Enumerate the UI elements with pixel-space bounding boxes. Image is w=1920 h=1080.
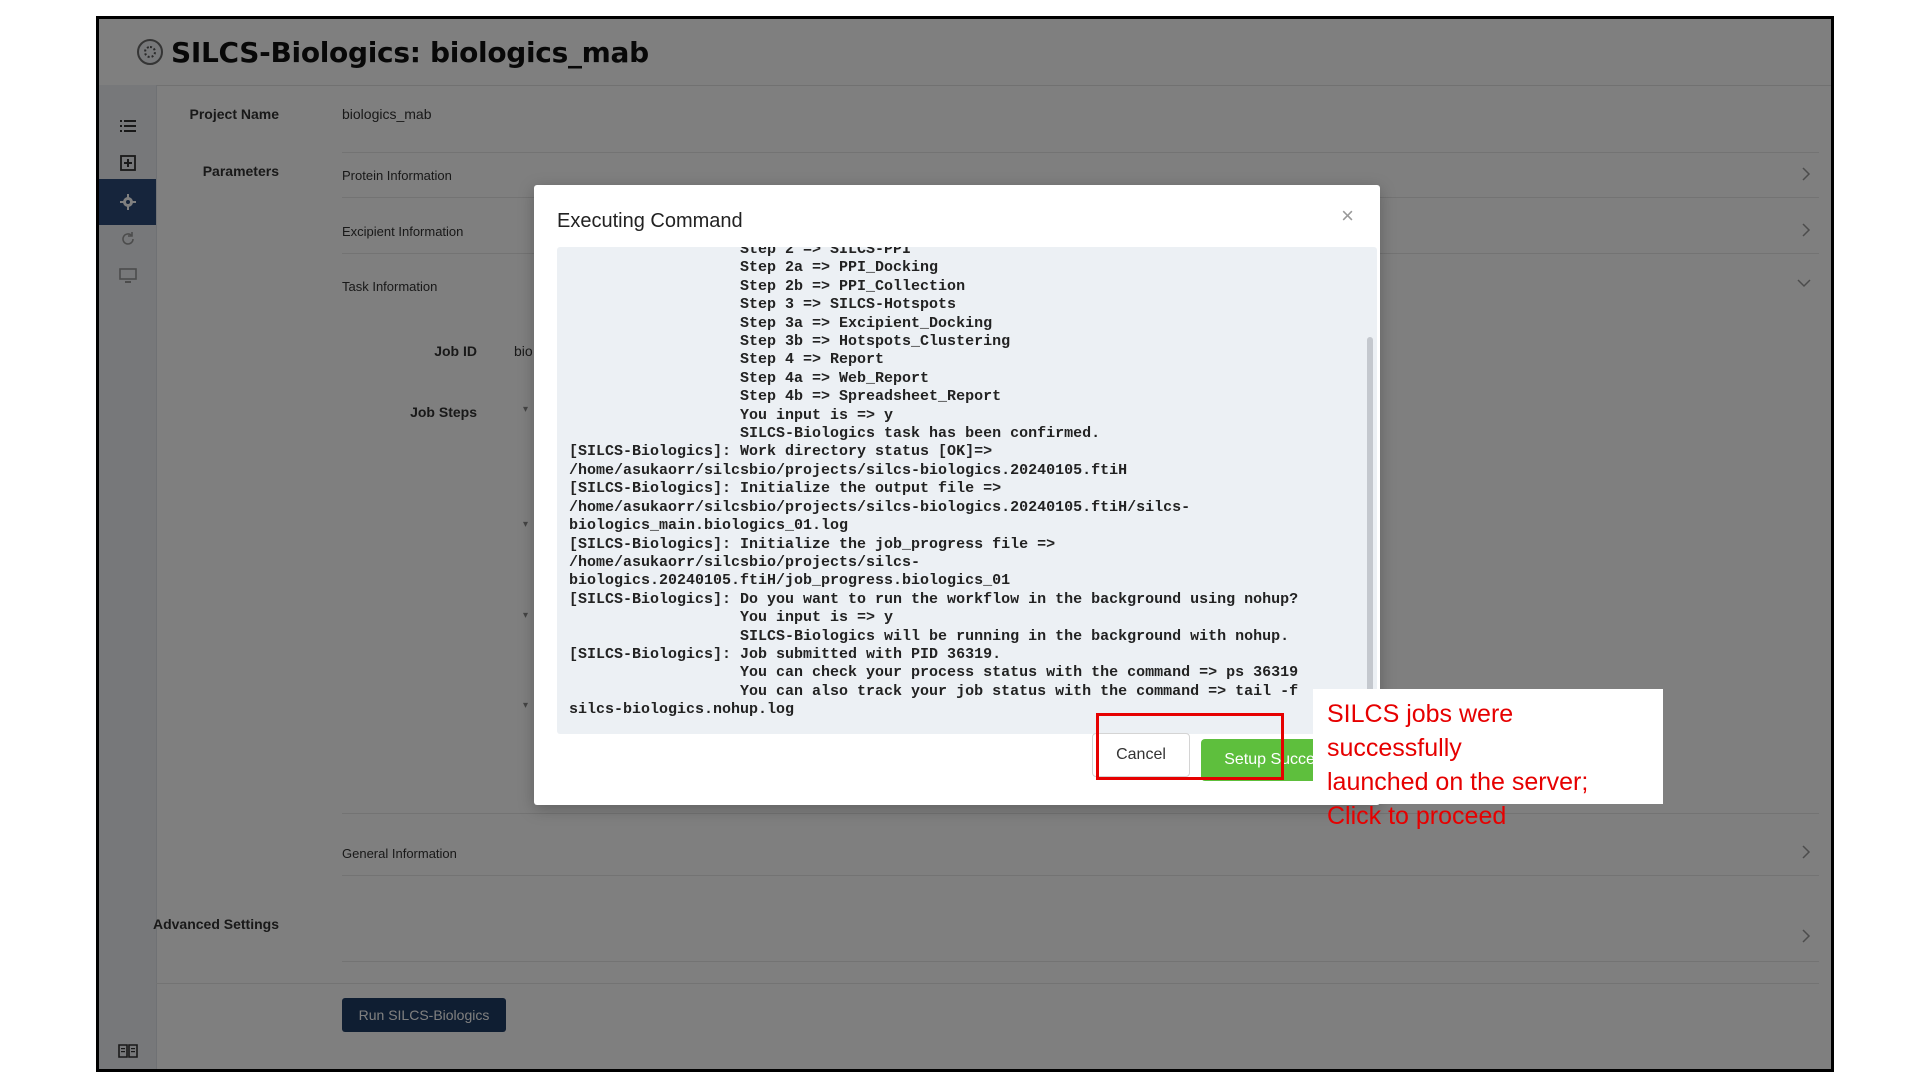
highlight-box [1096, 713, 1284, 780]
app-window: SILCS-Biologics: biologics_mab Proje [99, 19, 1831, 1069]
close-icon[interactable]: × [1341, 205, 1354, 227]
annotation-callout: SILCS jobs were successfully launched on… [1313, 689, 1663, 830]
annotation-line: launched on the server; [1327, 768, 1589, 796]
annotation-line: Click to proceed [1327, 802, 1507, 830]
command-output-panel[interactable]: Step 2 => SILCS-PPI Step 2a => PPI_Docki… [557, 247, 1377, 734]
scrollbar[interactable] [1367, 337, 1373, 727]
executing-command-dialog: Executing Command × Step 2 => SILCS-PPI … [534, 185, 1380, 805]
annotation-line: SILCS jobs were successfully [1327, 700, 1514, 762]
command-output-text: Step 2 => SILCS-PPI Step 2a => PPI_Docki… [569, 247, 1299, 719]
dialog-title: Executing Command [557, 210, 743, 232]
slide-frame: SILCS-Biologics: biologics_mab Proje [96, 16, 1834, 1072]
